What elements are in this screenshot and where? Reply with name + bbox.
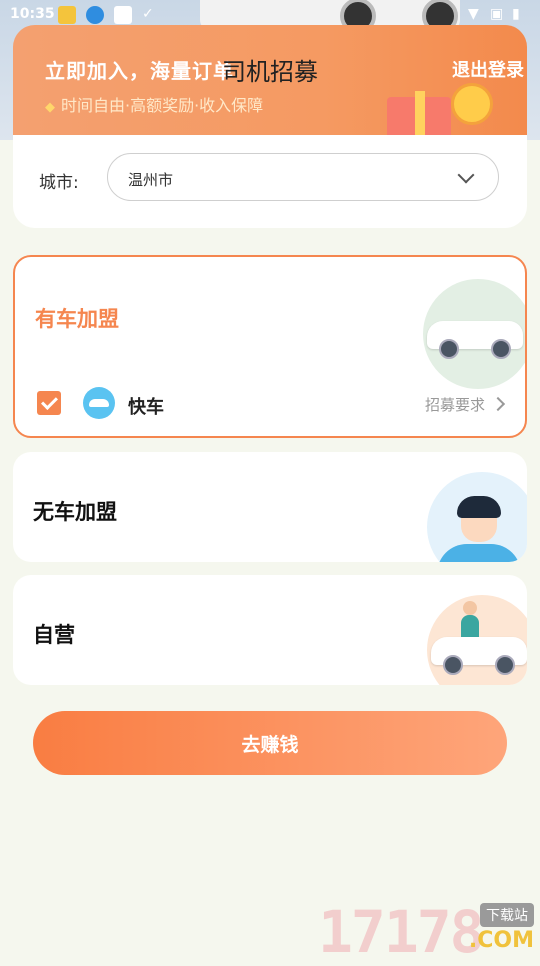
download-icon: [86, 6, 104, 24]
option-title: 自营: [33, 623, 75, 647]
check-notification-icon: ✓: [142, 6, 154, 22]
notification-app-icon: [58, 6, 76, 24]
city-label: 城市:: [39, 173, 79, 193]
status-time: 10:35: [10, 6, 55, 22]
service-name: 快车: [128, 397, 164, 418]
sim-icon: ▣: [490, 6, 504, 22]
banner-subtitle-text: 时间自由·高额奖励·收入保障: [61, 96, 264, 115]
express-car-icon: [83, 387, 115, 419]
driver-head: [463, 601, 477, 615]
earn-money-button[interactable]: 去赚钱: [33, 711, 507, 775]
service-checkbox[interactable]: [37, 391, 61, 415]
battery-icon: ▮: [512, 6, 520, 22]
requirements-link[interactable]: 招募要求: [425, 394, 485, 415]
option-card-self-operated[interactable]: 自营: [13, 575, 527, 685]
city-select[interactable]: 温州市: [107, 153, 499, 201]
car-icon: [427, 321, 523, 359]
diamond-icon: ◆: [45, 100, 55, 115]
watermark-logo: 17178: [318, 898, 485, 966]
driver-hair: [457, 496, 501, 518]
service-row-express[interactable]: 快车 招募要求: [15, 385, 525, 425]
wifi-icon: ▼: [468, 6, 479, 22]
status-right-icons: ▼ ▣ ▮: [468, 6, 528, 22]
notification-app-icon: [114, 6, 132, 24]
option-title: 有车加盟: [35, 307, 119, 331]
logout-button[interactable]: 退出登录: [452, 56, 524, 82]
status-bar: 10:35 ✓ ▼ ▣ ▮: [0, 0, 540, 30]
banner-subtitle: ◆ 时间自由·高额奖励·收入保障: [45, 92, 263, 116]
city-value: 温州市: [128, 171, 174, 189]
city-card: 城市: 温州市: [13, 135, 527, 228]
watermark-tag: 下载站: [480, 903, 534, 927]
option-card-without-car[interactable]: 无车加盟: [13, 452, 527, 562]
watermark-suffix: .COM: [468, 928, 534, 953]
car-icon: [431, 637, 527, 675]
option-title: 无车加盟: [33, 500, 117, 524]
option-card-with-car[interactable]: 有车加盟 快车 招募要求: [13, 255, 527, 438]
chevron-right-icon: [490, 396, 506, 412]
chevron-down-icon: [457, 166, 475, 184]
